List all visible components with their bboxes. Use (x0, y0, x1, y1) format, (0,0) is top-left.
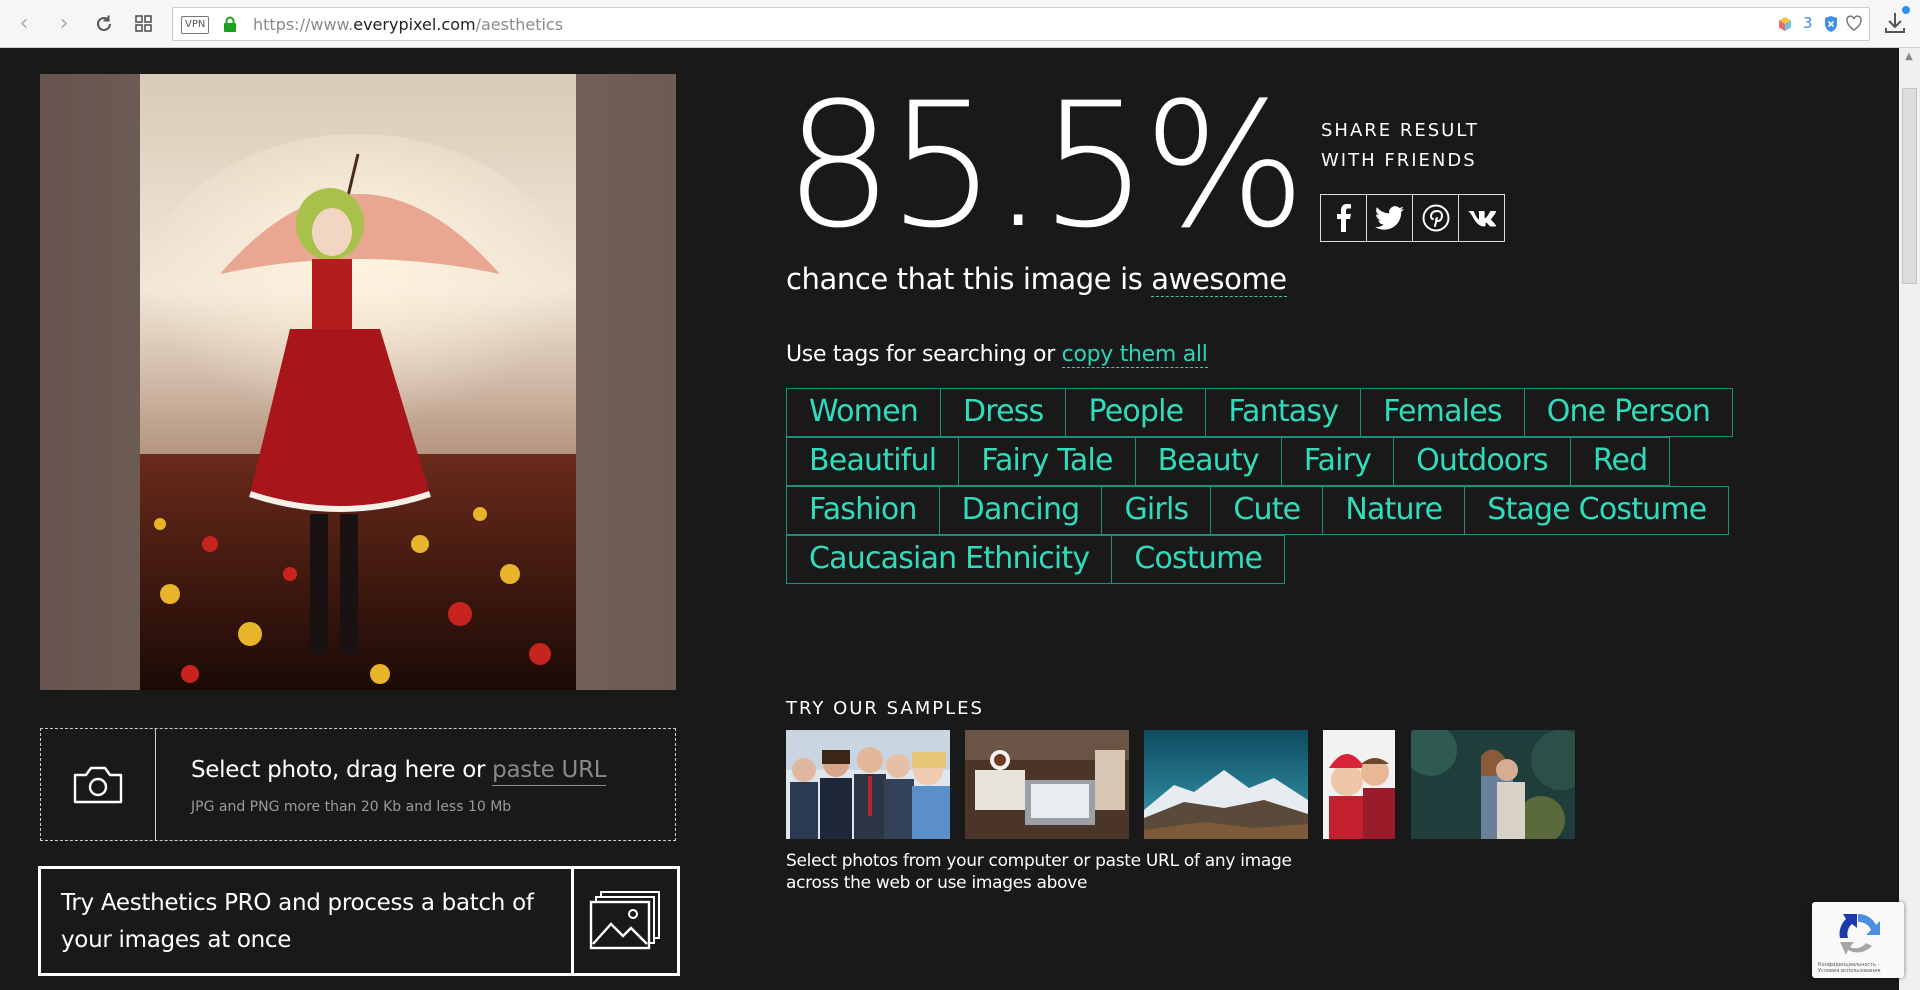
aesthetic-score: 85.5% (784, 65, 1306, 266)
reload-icon (97, 15, 111, 31)
sample-mountains-art (1144, 730, 1308, 839)
twitter-icon (1374, 206, 1404, 230)
share-vk-button[interactable] (1458, 194, 1505, 242)
chance-prefix: chance that this image is (786, 262, 1152, 296)
scroll-thumb[interactable] (1902, 88, 1917, 284)
vk-icon (1467, 211, 1496, 227)
tag-row: Beautiful Fairy Tale Beauty Fairy Outdoors Re… (786, 437, 1746, 486)
grid-icon (135, 15, 152, 32)
analyzed-image (40, 74, 676, 690)
tag-cute[interactable]: Cute (1210, 486, 1324, 535)
browser-toolbar: ‹ › VPN https://www.everypixel.com/aesth… (0, 0, 1920, 48)
extension-cube-icon[interactable] (1777, 16, 1793, 32)
vpn-badge[interactable]: VPN (181, 16, 210, 34)
facebook-icon (1336, 204, 1351, 232)
sample-couple-winter-art (1323, 730, 1395, 839)
tag-red[interactable]: Red (1569, 437, 1671, 486)
tag-girls[interactable]: Girls (1101, 486, 1212, 535)
sample-office-desk-art (965, 730, 1129, 839)
tag-fashion[interactable]: Fashion (786, 486, 940, 535)
bookmark-heart-icon[interactable] (1845, 14, 1863, 32)
tag-fairy-tale[interactable]: Fairy Tale (958, 437, 1136, 486)
tag-costume[interactable]: Costume (1111, 535, 1286, 584)
recaptcha-logo-icon (1839, 913, 1880, 955)
tag-outdoors[interactable]: Outdoors (1393, 437, 1571, 486)
share-title: SHARE RESULT WITH FRIENDS (1321, 120, 1479, 171)
tag-women[interactable]: Women (786, 388, 941, 437)
url-text[interactable]: https://www.everypixel.com/aesthetics (253, 15, 563, 34)
url-domain: everypixel.com (353, 15, 476, 34)
upload-instructions: Select photo, drag here or paste URL (191, 757, 607, 786)
forward-icon[interactable]: › (52, 12, 76, 36)
upload-hint: JPG and PNG more than 20 Kb and less 10 … (191, 799, 512, 815)
tag-people[interactable]: People (1065, 388, 1207, 437)
analyzed-image-art (40, 74, 676, 690)
aesthetics-pro-banner[interactable]: Try Aesthetics PRO and process a batch o… (38, 866, 680, 976)
share-pinterest-button[interactable] (1412, 194, 1459, 242)
copy-all-tags-link[interactable]: copy them all (1061, 342, 1208, 368)
sample-image-mountains[interactable] (1144, 730, 1308, 839)
download-icon[interactable] (1884, 11, 1906, 35)
tag-stage-costume[interactable]: Stage Costume (1464, 486, 1730, 535)
extension-count[interactable]: 3 (1803, 14, 1813, 32)
samples-title: TRY OUR SAMPLES (786, 698, 984, 719)
paste-url-input[interactable]: paste URL (492, 757, 607, 786)
tag-dancing[interactable]: Dancing (938, 486, 1103, 535)
url-path: /aesthetics (475, 15, 564, 34)
result-caption: chance that this image is awesome (786, 262, 1287, 297)
pinterest-icon (1422, 204, 1449, 232)
sample-image-couple-forest[interactable] (1411, 730, 1575, 839)
tag-cloud: Women Dress People Fantasy Females One Person… (786, 388, 1746, 584)
sample-image-business-team[interactable] (786, 730, 950, 839)
page-scrollbar[interactable]: ▲ (1899, 48, 1920, 990)
share-twitter-button[interactable] (1366, 194, 1413, 242)
lock-icon (224, 16, 236, 32)
share-buttons (1320, 194, 1505, 242)
tag-fairy[interactable]: Fairy (1280, 437, 1395, 486)
tag-caucasian-ethnicity[interactable]: Caucasian Ethnicity (786, 535, 1113, 584)
recaptcha-footer[interactable]: Конфиденциальность - Условия использован… (1818, 962, 1902, 974)
tags-intro-text: Use tags for searching or (786, 342, 1062, 367)
recaptcha-badge[interactable]: Конфиденциальность - Условия использован… (1812, 902, 1904, 978)
download-notification-dot (1902, 6, 1910, 14)
reload-button[interactable] (92, 12, 116, 36)
tag-dress[interactable]: Dress (939, 388, 1067, 437)
tag-females[interactable]: Females (1360, 388, 1525, 437)
speed-dial-button[interactable] (132, 12, 156, 36)
upload-dropzone[interactable]: Select photo, drag here or paste URL JPG… (40, 728, 676, 841)
upload-main-text: Select photo, drag here or (191, 757, 493, 783)
tag-beauty[interactable]: Beauty (1134, 437, 1282, 486)
share-facebook-button[interactable] (1320, 194, 1367, 242)
scroll-up-arrow-icon[interactable]: ▲ (1904, 52, 1914, 62)
tag-beautiful[interactable]: Beautiful (786, 437, 960, 486)
sample-image-couple-winter[interactable] (1323, 730, 1395, 839)
tags-intro: Use tags for searching or copy them all (786, 342, 1208, 368)
tag-fantasy[interactable]: Fantasy (1205, 388, 1362, 437)
back-icon[interactable]: ‹ (12, 12, 36, 36)
pro-banner-icon-box (571, 869, 677, 973)
tag-row: Women Dress People Fantasy Females One Person (786, 388, 1746, 437)
sample-business-team-art (786, 730, 950, 839)
image-stack-icon (589, 891, 660, 950)
verdict-link[interactable]: awesome (1151, 262, 1287, 297)
address-bar[interactable]: VPN https://www.everypixel.com/aesthetic… (172, 7, 1870, 41)
pro-banner-text: Try Aesthetics PRO and process a batch o… (61, 890, 534, 953)
tag-row: Fashion Dancing Girls Cute Nature Stage Costu… (786, 486, 1746, 535)
url-prefix: https://www. (253, 15, 354, 34)
tag-nature[interactable]: Nature (1322, 486, 1466, 535)
adblock-shield-icon[interactable] (1823, 15, 1839, 33)
samples-hint: Select photos from your computer or past… (786, 851, 1292, 893)
camera-button[interactable] (41, 729, 156, 840)
tag-row: Caucasian Ethnicity Costume (786, 535, 1746, 584)
tag-one-person[interactable]: One Person (1523, 388, 1734, 437)
sample-image-office-desk[interactable] (965, 730, 1129, 839)
camera-icon (73, 766, 123, 804)
sample-couple-forest-art (1411, 730, 1575, 839)
